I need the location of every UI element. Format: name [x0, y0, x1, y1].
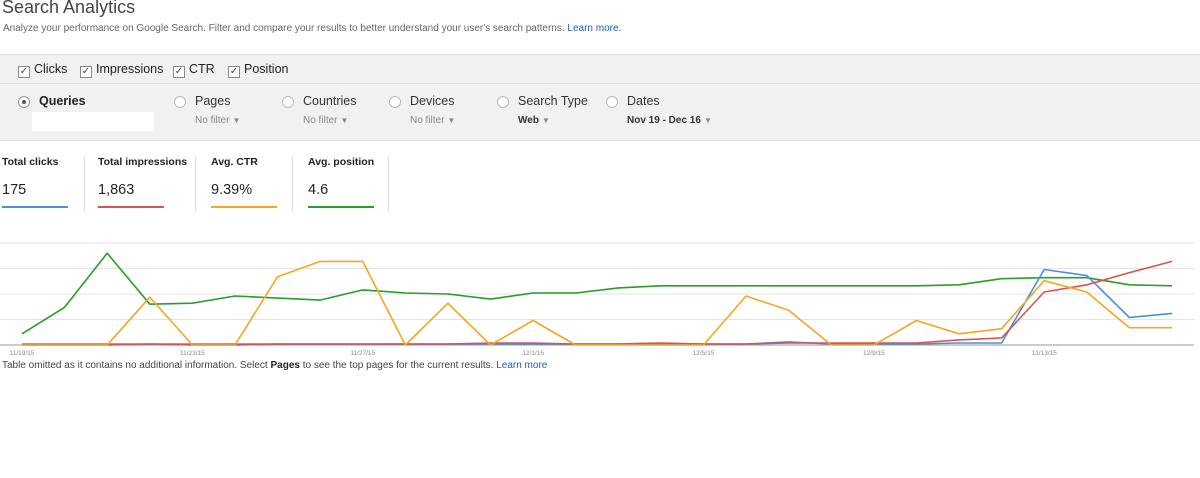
divider — [292, 156, 293, 212]
position-checkbox-label: Position — [244, 62, 289, 76]
dates-value: Nov 19 - Dec 16 — [627, 115, 701, 126]
total-clicks-card[interactable]: Total clicks 175 — [2, 156, 72, 214]
avg-position-card[interactable]: Avg. position 4.6 — [308, 156, 378, 214]
total-impressions-value: 1,863 — [98, 182, 135, 198]
total-impressions-label: Total impressions — [98, 156, 188, 168]
x-tick-label: 12/13/15 — [1032, 350, 1058, 356]
impressions-checkbox[interactable]: ✓ Impressions — [80, 62, 163, 78]
avg-ctr-label: Avg. CTR — [211, 156, 258, 168]
filter-panel: ✓ Clicks ✓ Impressions ✓ CTR ✓ Position Quer… — [0, 54, 1200, 141]
learn-more-link[interactable]: Learn more. — [567, 23, 621, 34]
x-tick-label: 11/23/15 — [180, 350, 205, 356]
avg-position-label: Avg. position — [308, 156, 375, 168]
position-checkbox[interactable]: ✓ Position — [228, 62, 288, 78]
divider — [388, 156, 389, 212]
avg-ctr-color-bar — [211, 206, 277, 208]
series-line-impressions — [22, 268, 1173, 345]
total-clicks-value: 175 — [2, 182, 27, 198]
checkmark-icon: ✓ — [18, 66, 30, 78]
total-impressions-color-bar — [98, 206, 164, 208]
x-tick-label: 11/27/15 — [350, 350, 375, 356]
checkmark-icon: ✓ — [173, 66, 185, 78]
queries-radio[interactable] — [18, 96, 30, 108]
page-title: Search Analytics — [2, 0, 136, 17]
search-type-radio[interactable] — [497, 96, 509, 108]
avg-position-color-bar — [308, 206, 374, 208]
pages-radio[interactable] — [174, 96, 186, 108]
devices-filter-dropdown[interactable]: No filter ▼ — [410, 115, 455, 126]
avg-ctr-card[interactable]: Avg. CTR 9.39% — [211, 156, 281, 214]
page-subtitle: Analyze your performance on Google Searc… — [3, 23, 621, 34]
avg-position-value: 4.6 — [308, 182, 329, 198]
subtitle-text: Analyze your performance on Google Searc… — [3, 23, 565, 34]
footer-text-before: Table omitted as it contains no addition… — [2, 360, 268, 371]
search-type-value: Web — [518, 115, 539, 126]
x-tick-label: 11/19/15 — [10, 350, 35, 356]
metrics-row: ✓ Clicks ✓ Impressions ✓ CTR ✓ Position — [0, 55, 1200, 84]
footer-text-after: to see the top pages for the current res… — [302, 360, 494, 371]
countries-filter-value: No filter — [303, 115, 338, 126]
total-clicks-label: Total clicks — [2, 156, 59, 168]
pages-filter-value: No filter — [195, 115, 230, 126]
caret-down-icon: ▼ — [541, 116, 550, 125]
impressions-checkbox-label: Impressions — [96, 62, 164, 76]
clicks-checkbox-label: Clicks — [34, 62, 68, 76]
x-tick-label: 12/9/15 — [863, 350, 885, 356]
queries-filter-input[interactable] — [32, 112, 154, 131]
dates-dropdown[interactable]: Nov 19 - Dec 16 ▼ — [627, 115, 712, 126]
devices-radio[interactable] — [389, 96, 401, 108]
caret-down-icon: ▼ — [447, 116, 456, 125]
countries-filter-dropdown[interactable]: No filter ▼ — [303, 115, 348, 126]
divider — [84, 156, 85, 212]
dates-radio[interactable] — [606, 96, 618, 108]
pages-filter-dropdown[interactable]: No filter ▼ — [195, 115, 240, 126]
search-type-label: Search Type — [518, 94, 588, 108]
footer-learn-more-link[interactable]: Learn more — [496, 360, 547, 371]
ctr-checkbox[interactable]: ✓ CTR — [173, 62, 215, 78]
footer-pages-bold: Pages — [270, 360, 300, 371]
total-clicks-color-bar — [2, 206, 68, 208]
queries-label: Queries — [39, 94, 86, 108]
devices-filter-value: No filter — [410, 115, 445, 126]
x-tick-label: 12/1/15 — [522, 350, 544, 356]
clicks-checkbox[interactable]: ✓ Clicks — [18, 62, 67, 78]
ctr-checkbox-label: CTR — [189, 62, 215, 76]
divider — [195, 156, 196, 212]
countries-radio[interactable] — [282, 96, 294, 108]
search-type-dropdown[interactable]: Web ▼ — [518, 115, 550, 126]
pages-label: Pages — [195, 94, 231, 108]
checkmark-icon: ✓ — [228, 66, 240, 78]
caret-down-icon: ▼ — [232, 116, 241, 125]
checkmark-icon: ✓ — [80, 66, 92, 78]
performance-chart: 11/19/15 11/23/15 11/27/15 12/1/15 12/5/15 12… — [0, 242, 1194, 356]
dates-label: Dates — [627, 94, 660, 108]
devices-label: Devices — [410, 94, 455, 108]
avg-ctr-value: 9.39% — [211, 182, 253, 198]
countries-label: Countries — [303, 94, 357, 108]
x-tick-label: 12/5/15 — [693, 350, 715, 356]
total-impressions-card[interactable]: Total impressions 1,863 — [98, 156, 188, 214]
caret-down-icon: ▼ — [703, 116, 712, 125]
caret-down-icon: ▼ — [340, 116, 349, 125]
table-omitted-note: Table omitted as it contains no addition… — [2, 360, 547, 371]
